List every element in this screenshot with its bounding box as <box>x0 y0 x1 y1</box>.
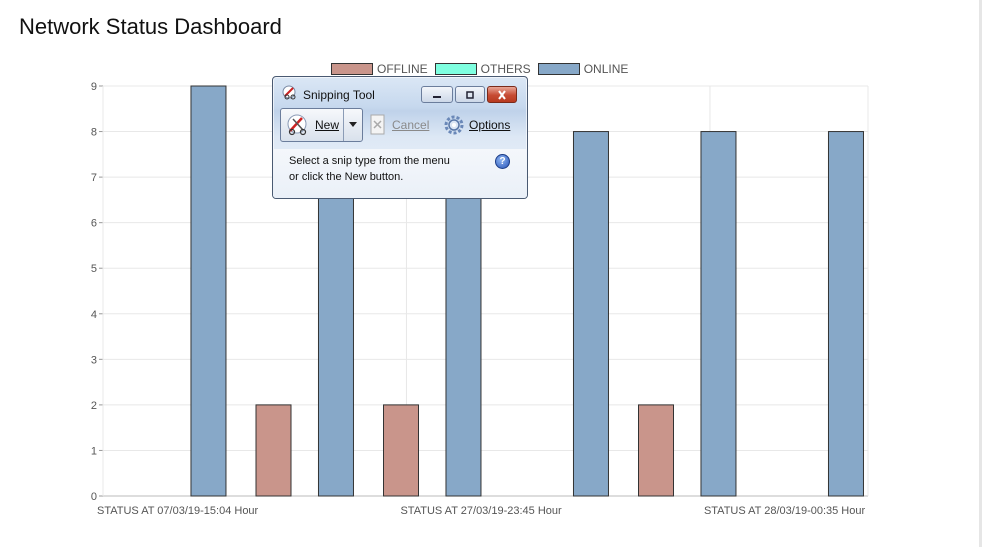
snipping-message-line-2: or click the New button. <box>289 171 404 183</box>
maximize-icon <box>466 90 474 99</box>
new-snip-label: New <box>315 118 340 132</box>
chevron-down-icon <box>349 122 358 127</box>
cancel-button[interactable]: Cancel <box>369 114 429 136</box>
legend-label-others: OTHERS <box>480 62 531 76</box>
y-tick-label: 9 <box>91 81 97 93</box>
y-tick-label: 2 <box>91 400 97 412</box>
y-tick-label: 1 <box>91 445 97 457</box>
scissors-icon <box>287 114 307 136</box>
legend-item-online[interactable]: ONLINE <box>537 62 629 76</box>
help-icon[interactable]: ? <box>495 154 510 169</box>
bar-offline <box>383 404 419 497</box>
legend-label-offline: OFFLINE <box>377 62 428 76</box>
y-tick-label: 6 <box>91 218 97 230</box>
y-tick-label: 3 <box>91 354 97 366</box>
minimize-button[interactable] <box>421 86 453 103</box>
bar-online <box>827 131 864 497</box>
y-tick-label: 7 <box>91 172 97 184</box>
legend-swatch-others <box>434 63 477 75</box>
snipping-message-area: Select a snip type from the menu or clic… <box>273 149 527 198</box>
cancel-icon <box>370 114 385 135</box>
snipping-message: Select a snip type from the menu or clic… <box>289 153 489 185</box>
maximize-button[interactable] <box>455 86 485 103</box>
bar-offline <box>638 404 674 497</box>
snipping-tool-window[interactable]: Snipping Tool New Cancel Options Select … <box>272 76 528 199</box>
close-button[interactable] <box>487 86 517 103</box>
snipping-tool-title: Snipping Tool <box>303 88 375 102</box>
snipping-tool-icon <box>282 85 296 100</box>
new-snip-button[interactable]: New <box>280 108 363 142</box>
bar-offline <box>255 404 292 497</box>
x-tick-label: STATUS AT 28/03/19-00:35 Hour <box>704 505 866 517</box>
y-tick-label: 0 <box>91 491 97 503</box>
y-tick-label: 4 <box>91 309 97 321</box>
minimize-icon <box>433 95 441 98</box>
snipping-toolbar: New Cancel Options <box>279 108 521 144</box>
y-tick-label: 5 <box>91 263 97 275</box>
new-snip-dropdown[interactable] <box>344 109 362 141</box>
legend-label-online: ONLINE <box>583 62 629 76</box>
snipping-message-line-1: Select a snip type from the menu <box>289 155 450 167</box>
legend-swatch-offline <box>331 63 373 75</box>
chart-legend: OFFLINE OTHERS ONLINE <box>331 62 635 76</box>
close-icon <box>498 89 506 100</box>
bar-online <box>190 85 227 497</box>
options-label: Options <box>469 118 511 132</box>
gear-icon <box>444 115 464 135</box>
legend-item-others[interactable]: OTHERS <box>434 62 531 76</box>
cancel-label: Cancel <box>392 118 430 132</box>
options-button[interactable]: Options <box>443 114 510 136</box>
y-tick-label: 8 <box>91 127 97 139</box>
new-snip-main[interactable]: New <box>281 109 345 141</box>
bar-online <box>572 131 609 497</box>
x-tick-label: STATUS AT 07/03/19-15:04 Hour <box>97 505 259 517</box>
legend-swatch-online <box>537 63 580 75</box>
legend-item-offline[interactable]: OFFLINE <box>331 62 428 76</box>
x-tick-label: STATUS AT 27/03/19-23:45 Hour <box>400 505 562 517</box>
bar-online <box>700 131 737 497</box>
